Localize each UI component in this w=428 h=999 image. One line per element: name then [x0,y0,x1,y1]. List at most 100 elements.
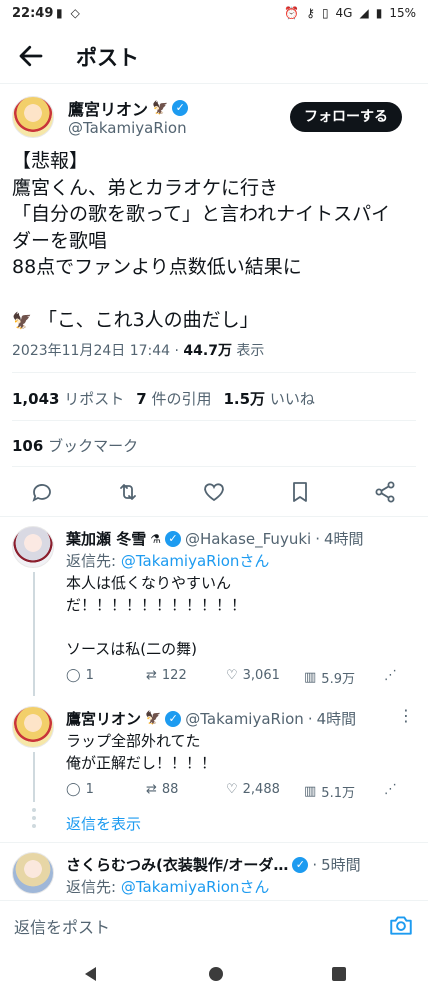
post-line: 「自分の歌を歌って」と言われナイトスパイ [12,203,391,225]
reply-author-handle[interactable]: @Hakase_Fuyuki [185,530,311,548]
post-line: 鷹宮くん、弟とカラオケに行き [12,176,279,199]
author-name-row[interactable]: 鷹宮リオン 🦅 ✓ [68,96,189,120]
divider [0,516,428,517]
top-header: ポスト [0,28,428,84]
bookmark-icon[interactable] [288,480,312,504]
post-line: 「こ、これ3人の曲だし」 [37,308,259,331]
author-avatar[interactable] [12,96,54,138]
eagle-icon: 🦅 [145,711,162,726]
post-line: ダーを歌唱 [12,229,108,252]
more-options-icon[interactable]: ⋮ [398,706,414,725]
share-icon: ⋰ [384,782,397,797]
reply-author-name[interactable]: さくらむつみ(衣装製作/オーダ… [66,854,288,875]
repost-icon: ⇄ [146,782,157,797]
reply-compose-bar[interactable]: 返信をポスト [0,900,428,948]
reply-text: 本人は低くなりやすいん だ！！！！！！！！！！！ ソースは私(二の舞) [66,574,247,658]
key-icon: ⚷ [306,6,315,20]
reply-to-handle[interactable]: @TakamiyaRionさん [121,552,270,570]
reply-author-handle[interactable]: @TakamiyaRion [185,710,304,728]
likes-stat[interactable]: 1.5万 いいね [223,388,314,409]
nav-back-icon[interactable] [81,964,101,984]
status-bar: 22:49 ▮ ◇ ⏰ ⚷ ▯ 4G ◢ ▮ 15% [0,0,428,28]
nav-home-icon[interactable] [206,964,226,984]
reply-repost-button[interactable]: ⇄ 88 [146,782,178,797]
flask-icon: ⚗ [150,531,161,546]
reply-to: 返信先: @TakamiyaRionさん [66,878,270,896]
reply-icon: ◯ [66,668,81,683]
like-icon: ♡ [226,782,238,797]
camera-icon[interactable] [388,912,414,938]
reply-icon[interactable] [30,480,54,504]
reply-share-button[interactable]: ⋰ [384,782,397,797]
reply-avatar[interactable] [12,526,54,568]
reply-time: 5時間 [321,856,361,874]
reply-views[interactable]: ▥ 5.1万 [304,782,355,801]
signal-icon: ◢ [359,6,369,20]
like-icon[interactable] [202,480,226,504]
reply-like-button[interactable]: ♡ 3,061 [226,668,280,683]
reply-item[interactable]: 鷹宮リオン 🦅 ✓ @TakamiyaRion · 4時間 ⋮ ラップ全部外れて… [0,706,428,806]
like-icon: ♡ [226,668,238,683]
views-label: 表示 [236,343,265,359]
divider [12,466,416,467]
reply-author-name[interactable]: 鷹宮リオン [66,708,141,729]
shield-icon: ◇ [70,6,80,20]
share-icon[interactable] [373,480,397,504]
reply-reply-button[interactable]: ◯ 1 [66,782,94,797]
battery-icon: ▮ [375,6,383,20]
reply-author-name[interactable]: 葉加瀬 冬雪 [66,528,146,549]
reply-avatar[interactable] [12,706,54,748]
vibrate-icon: ▯ [321,6,329,20]
post-meta: 2023年11月24日 17:44 · 44.7万 表示 [12,343,265,359]
reply-repost-button[interactable]: ⇄ 122 [146,668,187,683]
follow-button[interactable]: フォローする [290,102,402,132]
alarm-icon: ⏰ [284,6,300,20]
reply-views[interactable]: ▥ 5.9万 [304,668,355,687]
reply-time: 4時間 [323,530,364,548]
reply-actions: ◯ 1 ⇄ 88 ♡ 2,488 ▥ 5.1万 ⋰ [66,782,416,802]
post-text: 【悲報】 鷹宮くん、弟とカラオケに行き 「自分の歌を歌って」と言われナイトスパイ… [12,148,416,334]
verified-badge-icon: ✓ [292,856,309,873]
repost-icon[interactable] [116,480,140,504]
verified-badge-icon: ✓ [165,710,182,727]
author-handle[interactable]: @TakamiyaRion [68,119,187,137]
bookmarks-stat[interactable]: 106 ブックマーク [12,435,138,456]
reposts-stat[interactable]: 1,043 リポスト [12,388,124,409]
status-time: 22:49 [12,6,54,21]
quotes-stat[interactable]: 7 件の引用 [136,388,211,409]
reply-share-button[interactable]: ⋰ [384,668,397,683]
verified-badge-icon: ✓ [172,100,189,116]
eagle-icon: 🦅 [152,100,169,116]
author-name[interactable]: 鷹宮リオン [68,96,148,120]
reply-text: ラップ全部外れてた 俺が正解だし！！！！ [66,732,217,772]
nav-recents-icon[interactable] [329,964,349,984]
network-label: 4G [335,6,353,20]
verified-badge-icon: ✓ [165,530,181,547]
post-timestamp[interactable]: 2023年11月24日 17:44 [12,343,170,359]
views-count: 44.7万 [183,343,232,359]
system-nav-bar [0,950,428,999]
post-line: 【悲報】 [12,150,89,172]
reply-compose-input[interactable]: 返信をポスト [14,914,110,938]
post-stats: 1,043 リポスト 7 件の引用 1.5万 いいね [12,388,315,409]
share-icon: ⋰ [384,668,397,683]
reply-avatar[interactable] [12,852,54,894]
reply-item[interactable]: さくらむつみ(衣装製作/オーダ… ✓ · 5時間 返信先: @TakamiyaR… [0,852,428,898]
page-title: ポスト [76,46,139,70]
back-arrow-icon[interactable] [16,41,46,71]
post-action-bar [0,470,428,514]
post-line: 88点でファンより点数低い結果に [12,256,302,278]
reply-like-button[interactable]: ♡ 2,488 [226,782,280,797]
battery-percent: 15% [389,6,416,20]
reply-to: 返信先: @TakamiyaRionさん [66,552,270,570]
reply-item[interactable]: 葉加瀬 冬雪 ⚗ ✓ @Hakase_Fuyuki · 4時間 返信先: @Ta… [0,526,428,696]
views-icon: ▥ [304,784,317,799]
reply-reply-button[interactable]: ◯ 1 [66,668,94,683]
repost-icon: ⇄ [146,668,157,683]
reply-to-handle[interactable]: @TakamiyaRionさん [121,878,270,896]
show-replies-link[interactable]: 返信を表示 [66,813,141,834]
divider [0,842,428,843]
divider [12,372,416,373]
reply-time: 4時間 [316,710,357,728]
sim-icon: ▮ [56,6,63,20]
